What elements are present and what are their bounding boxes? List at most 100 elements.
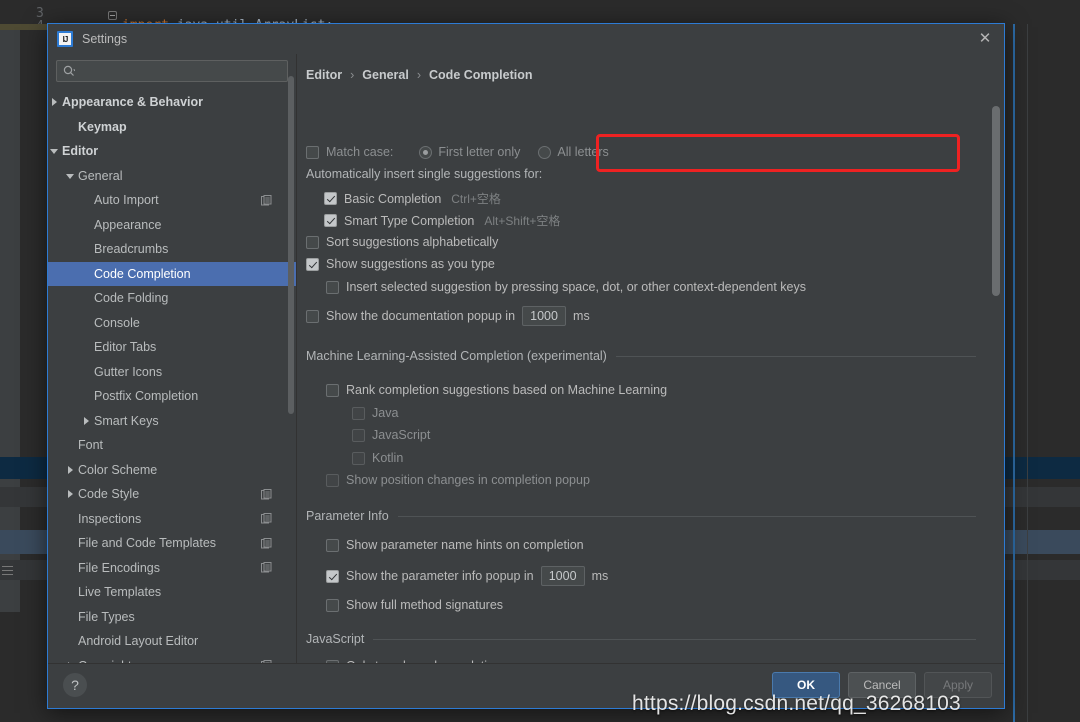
apply-button[interactable]: Apply (924, 672, 992, 698)
dialog-body: Appearance & Behavior Keymap Editor General… (48, 54, 1004, 663)
settings-content-panel: Editor › General › Code Completion Match… (297, 54, 1004, 663)
search-icon (63, 65, 75, 76)
basic-completion-label: Basic Completion (344, 191, 442, 206)
chevron-right-icon[interactable] (50, 97, 60, 107)
ml-java-checkbox[interactable] (352, 406, 365, 420)
sidebar-item-label: Keymap (78, 119, 127, 134)
code-line: 3 import java.util.ArrayList; (0, 0, 1080, 24)
cancel-button[interactable]: Cancel (848, 672, 916, 698)
sidebar-item-label: Inspections (78, 511, 142, 526)
help-button[interactable]: ? (63, 673, 87, 697)
project-scope-icon (261, 513, 272, 524)
ml-rank-checkbox[interactable] (326, 383, 339, 397)
settings-tree[interactable]: Appearance & Behavior Keymap Editor General… (48, 90, 296, 663)
sidebar-item-smart-keys[interactable]: Smart Keys (48, 409, 296, 434)
sidebar-item-font[interactable]: Font (48, 433, 296, 458)
chevron-down-icon[interactable] (50, 146, 60, 156)
insert-selected-row: Insert selected suggestion by pressing s… (326, 280, 806, 294)
first-letter-only-radio[interactable] (419, 145, 433, 159)
sidebar-item-copyright[interactable]: Copyright (48, 654, 296, 663)
ml-javascript-checkbox[interactable] (352, 428, 365, 442)
sidebar-item-file-encodings[interactable]: File Encodings (48, 556, 296, 581)
sort-alphabetically-checkbox[interactable] (306, 235, 319, 249)
ml-position-changes-checkbox[interactable] (326, 473, 339, 487)
sidebar-item-general[interactable]: General (48, 164, 296, 189)
param-hints-row: Show parameter name hints on completion (326, 538, 584, 552)
sidebar-item-label: General (78, 168, 123, 183)
close-icon[interactable]: ✕ (976, 30, 994, 48)
all-letters-radio[interactable] (538, 145, 552, 159)
sidebar-scrollbar-thumb[interactable] (288, 76, 294, 414)
javascript-section-title: JavaScript (306, 632, 365, 646)
ml-section-title: Machine Learning-Assisted Completion (ex… (306, 349, 607, 363)
sidebar-item-label: Console (94, 315, 140, 330)
param-popup-delay-input[interactable]: 1000 (540, 566, 585, 586)
sidebar-item-label: Postfix Completion (94, 389, 199, 404)
insert-selected-checkbox[interactable] (326, 280, 339, 294)
line-number: 4 (36, 20, 44, 24)
param-hints-checkbox[interactable] (326, 538, 339, 552)
ok-button[interactable]: OK (772, 672, 840, 698)
breadcrumb-item-editor[interactable]: Editor (306, 68, 342, 82)
param-popup-checkbox[interactable] (326, 569, 339, 583)
basic-completion-checkbox[interactable] (324, 192, 337, 205)
code-fold-icon[interactable] (108, 11, 117, 20)
all-letters-label: All letters (557, 145, 609, 159)
sidebar-item-breadcrumbs[interactable]: Breadcrumbs (48, 237, 296, 262)
ide-accent-line (1013, 0, 1015, 722)
sidebar-item-android-layout-editor[interactable]: Android Layout Editor (48, 629, 296, 654)
sidebar-item-keymap[interactable]: Keymap (48, 115, 296, 140)
sidebar-item-label: Code Style (78, 487, 140, 502)
sidebar-item-code-completion[interactable]: Code Completion (48, 261, 296, 286)
chevron-right-icon[interactable] (66, 489, 76, 499)
breadcrumb-item-code-completion: Code Completion (429, 68, 533, 82)
sidebar-item-file-types[interactable]: File Types (48, 605, 296, 630)
sidebar-item-appearance-behavior[interactable]: Appearance & Behavior (48, 90, 296, 115)
ml-kotlin-checkbox[interactable] (352, 451, 365, 465)
sidebar-item-label: File and Code Templates (78, 536, 217, 551)
sidebar-item-label: Android Layout Editor (78, 634, 199, 649)
chevron-right-icon[interactable] (82, 416, 92, 426)
sidebar-item-editor-tabs[interactable]: Editor Tabs (48, 335, 296, 360)
smart-type-completion-checkbox[interactable] (324, 214, 337, 227)
sidebar-item-code-style[interactable]: Code Style (48, 482, 296, 507)
doc-popup-label-before: Show the documentation popup in (326, 309, 516, 323)
search-box[interactable] (56, 60, 288, 82)
full-signatures-checkbox[interactable] (326, 598, 339, 612)
doc-popup-checkbox[interactable] (306, 309, 319, 323)
show-as-you-type-checkbox[interactable] (306, 257, 319, 271)
content-scrollbar[interactable] (992, 80, 1000, 623)
sidebar-item-postfix-completion[interactable]: Postfix Completion (48, 384, 296, 409)
sidebar-item-label: Editor (62, 144, 99, 159)
screen-root: 3 import java.util.ArrayList; 4 import j… (0, 0, 1080, 722)
chevron-down-icon[interactable] (66, 171, 76, 181)
smart-type-completion-label: Smart Type Completion (344, 213, 475, 228)
project-scope-icon (261, 562, 272, 573)
section-divider (615, 355, 976, 357)
sidebar-item-live-templates[interactable]: Live Templates (48, 580, 296, 605)
sidebar-scrollbar[interactable] (288, 54, 294, 663)
sidebar-item-color-scheme[interactable]: Color Scheme (48, 458, 296, 483)
sidebar-item-inspections[interactable]: Inspections (48, 507, 296, 532)
search-input[interactable] (79, 63, 281, 79)
sidebar-item-appearance[interactable]: Appearance (48, 213, 296, 238)
param-popup-row: Show the parameter info popup in 1000 ms (326, 566, 608, 586)
sidebar-item-code-folding[interactable]: Code Folding (48, 286, 296, 311)
ide-menu-icon (2, 566, 13, 575)
sidebar-item-auto-import[interactable]: Auto Import (48, 188, 296, 213)
breadcrumb-item-general[interactable]: General (362, 68, 409, 82)
intellij-idea-logo-icon (57, 31, 73, 47)
sidebar-item-console[interactable]: Console (48, 311, 296, 336)
sidebar-item-editor[interactable]: Editor (48, 139, 296, 164)
match-case-label: Match case: (326, 145, 394, 159)
content-scrollbar-thumb[interactable] (992, 106, 1000, 296)
match-case-checkbox[interactable] (306, 145, 319, 159)
sidebar-item-file-and-code-templates[interactable]: File and Code Templates (48, 531, 296, 556)
param-hints-label: Show parameter name hints on completion (346, 538, 584, 552)
sidebar-item-gutter-icons[interactable]: Gutter Icons (48, 360, 296, 385)
doc-popup-delay-input[interactable]: 1000 (522, 306, 567, 326)
ml-kotlin-row: Kotlin (352, 451, 403, 465)
ide-background-divider (1027, 0, 1028, 722)
chevron-right-icon: › (416, 68, 422, 82)
chevron-right-icon[interactable] (66, 465, 76, 475)
